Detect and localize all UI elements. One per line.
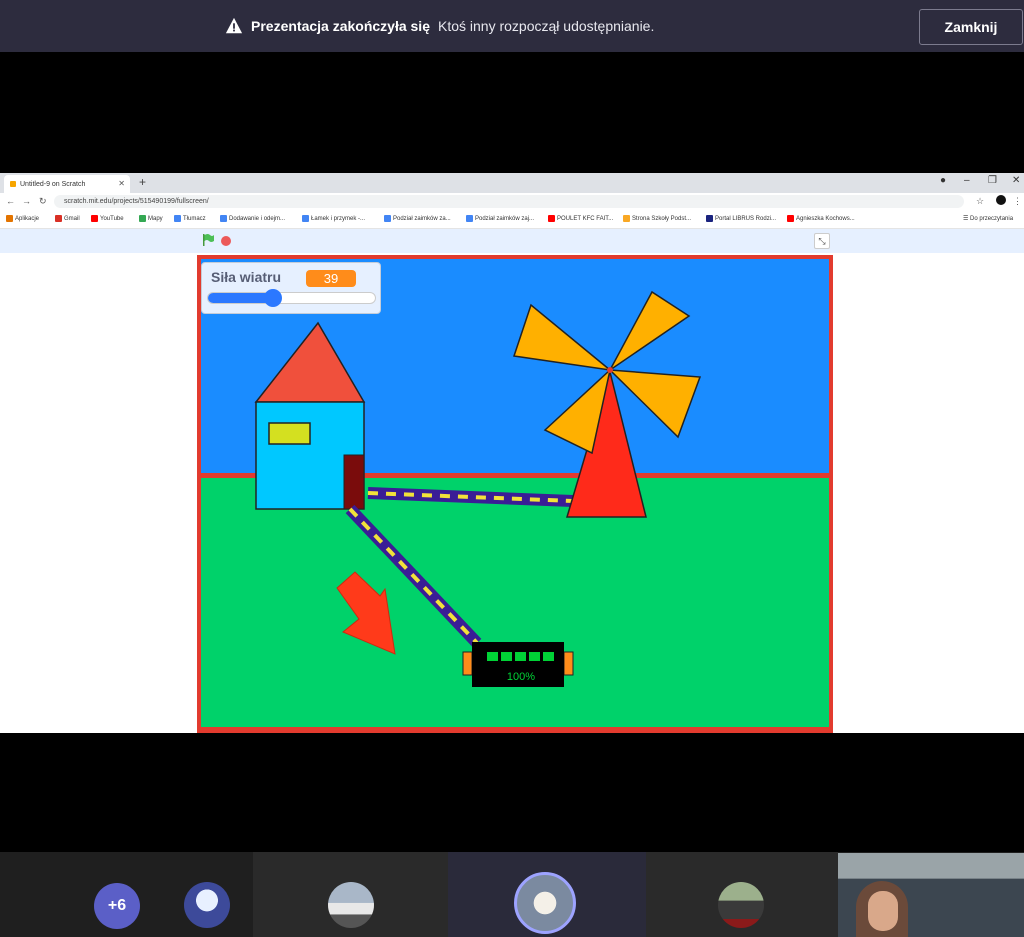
- windmill-hub: [607, 367, 613, 373]
- grass: [200, 477, 830, 727]
- back-icon[interactable]: ←: [6, 196, 15, 206]
- restore-icon[interactable]: ❐: [988, 175, 997, 186]
- bookmark-label: POULET KFC FAIT...: [557, 215, 614, 222]
- browser-tab-bar: Untitled-9 on Scratch ✕ + ● – ❐ ✕: [0, 173, 1024, 193]
- bookmark-item[interactable]: Gmail: [55, 215, 80, 222]
- house-window: [268, 422, 311, 445]
- new-tab-icon[interactable]: +: [139, 175, 146, 189]
- tab-close-icon[interactable]: ✕: [118, 179, 125, 188]
- bookmark-item[interactable]: Tłumacz: [174, 215, 206, 222]
- scratch-player-controls: ⤡: [0, 229, 1024, 253]
- bookmark-item[interactable]: Portal LIBRUS Rodzi...: [706, 215, 776, 222]
- avatar[interactable]: [184, 882, 230, 928]
- bookmark-label: Mapy: [148, 215, 163, 222]
- page-icon: [384, 215, 391, 222]
- battery-cell: [543, 652, 554, 661]
- battery-cell: [501, 652, 512, 661]
- more-participants-button[interactable]: +6: [94, 883, 140, 929]
- bookmark-label: Agnieszka Kochows...: [796, 215, 855, 222]
- page-icon: [302, 215, 309, 222]
- page-icon: [220, 215, 227, 222]
- bookmark-label: Podział zaimków za...: [393, 215, 451, 222]
- bookmark-item[interactable]: Dodawanie i odejm...: [220, 215, 285, 222]
- stop-icon[interactable]: [221, 236, 231, 246]
- warning-icon: [225, 17, 243, 34]
- bookmark-item[interactable]: Strona Szkoły Podst...: [623, 215, 691, 222]
- avatar[interactable]: [514, 872, 576, 934]
- bookmark-item[interactable]: Łamek i przymek -...: [302, 215, 365, 222]
- bookmark-star-icon[interactable]: ☆: [976, 196, 984, 207]
- minimize-icon[interactable]: –: [964, 175, 970, 186]
- battery-terminal-right: [563, 651, 574, 676]
- bookmark-label: Łamek i przymek -...: [311, 215, 366, 222]
- slider-thumb[interactable]: [264, 289, 283, 307]
- bookmark-item[interactable]: YouTube: [91, 215, 124, 222]
- window-close-icon[interactable]: ✕: [1012, 175, 1020, 186]
- avatar[interactable]: [718, 882, 764, 928]
- bookmark-item[interactable]: Agnieszka Kochows...: [787, 215, 855, 222]
- bookmark-item[interactable]: Mapy: [139, 215, 163, 222]
- reading-list[interactable]: ☰ Do przeczytania: [963, 215, 1013, 222]
- youtube-icon: [548, 215, 555, 222]
- librus-icon: [706, 215, 713, 222]
- exit-fullscreen-icon[interactable]: ⤡: [814, 233, 830, 249]
- battery-cell: [487, 652, 498, 661]
- url-input[interactable]: scratch.mit.edu/projects/515490199/fulls…: [54, 195, 964, 208]
- monitor-value: 39: [306, 270, 356, 287]
- bookmark-label: Tłumacz: [183, 215, 206, 222]
- close-button[interactable]: Zamknij: [919, 9, 1023, 45]
- translate-icon: [174, 215, 181, 222]
- bookmark-item[interactable]: Podział zaimków za...: [384, 215, 451, 222]
- notification-title: Prezentacja zakończyła się: [251, 18, 430, 34]
- battery-label: 100%: [507, 671, 535, 683]
- avatar[interactable]: [328, 882, 374, 928]
- maps-icon: [139, 215, 146, 222]
- bookmark-label: Aplikacje: [15, 215, 40, 222]
- bookmark-label: Dodawanie i odejm...: [229, 215, 286, 222]
- forward-icon[interactable]: →: [22, 196, 31, 206]
- youtube-icon: [787, 215, 794, 222]
- self-view-face: [868, 891, 898, 931]
- self-view-video[interactable]: [838, 853, 1024, 937]
- notification-message: Ktoś inny rozpoczął udostępnianie.: [438, 18, 655, 34]
- bookmark-label: Podział zaimków zaj...: [475, 215, 535, 222]
- battery-cell: [529, 652, 540, 661]
- bookmark-item[interactable]: POULET KFC FAIT...: [548, 215, 613, 222]
- bookmarks-bar: Aplikacje Gmail YouTube Mapy Tłumacz Dodawani…: [0, 211, 1024, 229]
- monitor-label: Siła wiatru: [211, 269, 282, 285]
- bookmark-item[interactable]: Podział zaimków zaj...: [466, 215, 534, 222]
- profile-icon[interactable]: ●: [940, 175, 946, 186]
- sharing-notification-bar: Prezentacja zakończyła się Ktoś inny roz…: [0, 0, 1024, 52]
- variable-monitor: Siła wiatru 39: [201, 262, 381, 314]
- wind-slider[interactable]: [207, 289, 376, 307]
- scratch-stage[interactable]: 100%: [197, 255, 833, 733]
- bookmark-label: Strona Szkoły Podst...: [632, 215, 692, 222]
- bookmark-label: YouTube: [100, 215, 124, 222]
- browser-tab[interactable]: Untitled-9 on Scratch ✕: [4, 175, 130, 193]
- scratch-favicon-icon: [10, 181, 16, 187]
- bookmark-label: Portal LIBRUS Rodzi...: [715, 215, 777, 222]
- bookmark-label: Gmail: [64, 215, 80, 222]
- address-bar-row: ← → ↻ scratch.mit.edu/projects/515490199…: [0, 193, 1024, 212]
- reload-icon[interactable]: ↻: [39, 196, 47, 207]
- green-flag-icon[interactable]: [201, 233, 215, 247]
- gmail-icon: [55, 215, 62, 222]
- menu-icon[interactable]: ⋮: [1013, 196, 1022, 207]
- house-door: [343, 454, 365, 510]
- bookmark-item[interactable]: Aplikacje: [6, 215, 39, 222]
- school-icon: [623, 215, 630, 222]
- notification-content: Prezentacja zakończyła się Ktoś inny roz…: [225, 0, 654, 52]
- apps-icon: [6, 215, 13, 222]
- battery-terminal-left: [462, 651, 473, 676]
- page-icon: [466, 215, 473, 222]
- account-avatar-icon[interactable]: [996, 195, 1006, 205]
- cable-to-windmill: [367, 487, 574, 507]
- tab-title: Untitled-9 on Scratch: [20, 180, 86, 188]
- battery-cell: [515, 652, 526, 661]
- youtube-icon: [91, 215, 98, 222]
